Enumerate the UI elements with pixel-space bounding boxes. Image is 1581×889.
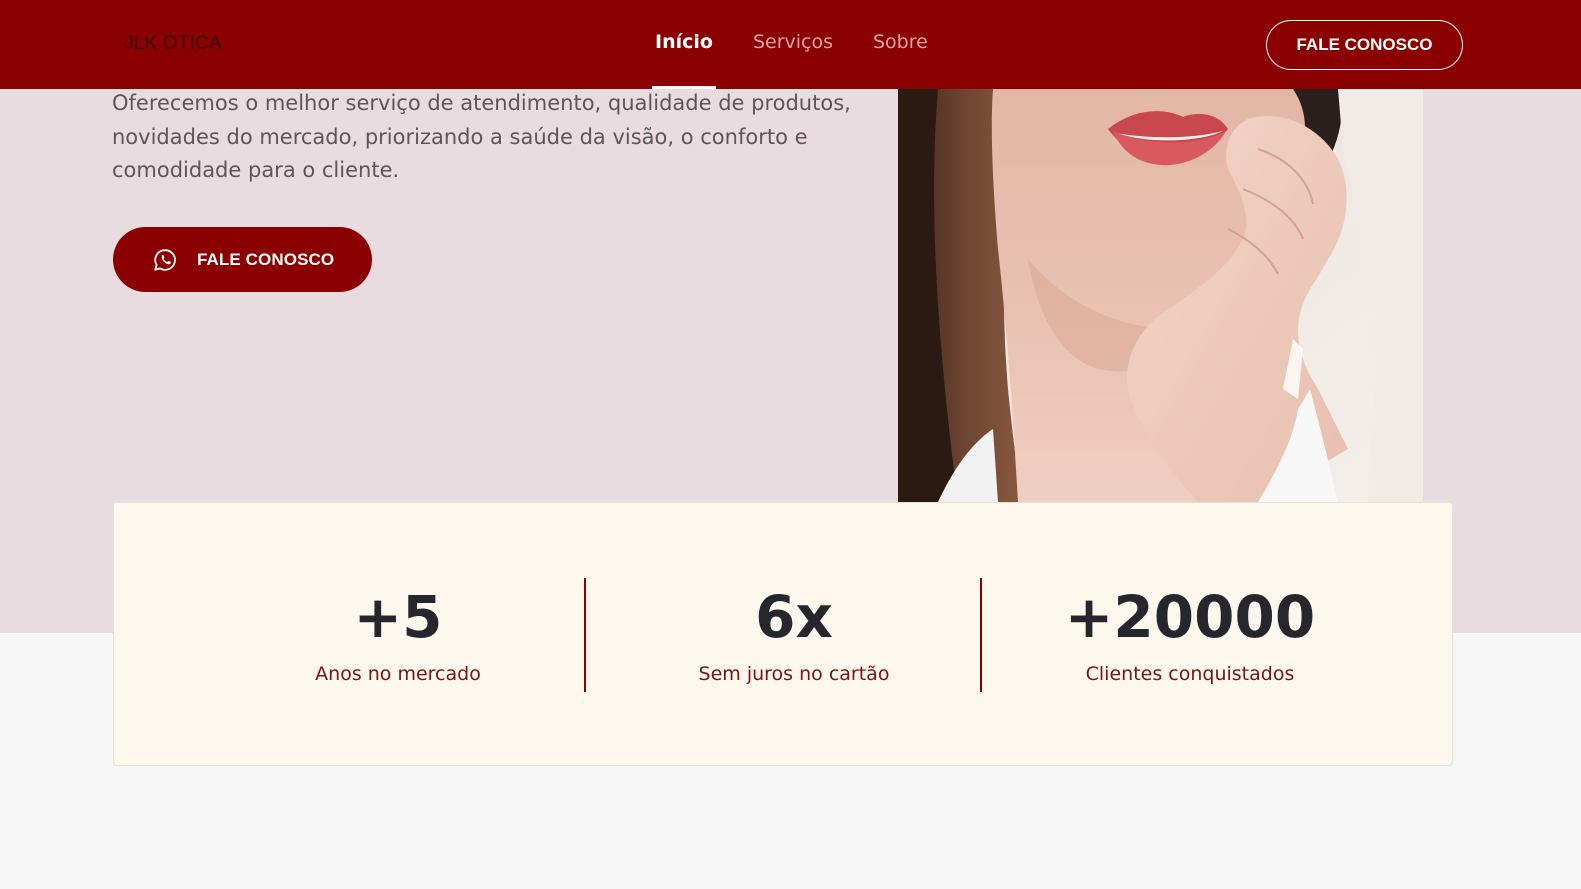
stat-installments: 6x Sem juros no cartão	[596, 503, 992, 767]
stat-label: Sem juros no cartão	[698, 663, 890, 685]
stat-value: 6x	[755, 583, 833, 651]
main-nav: Início Serviços Sobre	[649, 0, 962, 89]
nav-item-inicio[interactable]: Início	[649, 0, 719, 89]
stat-years: +5 Anos no mercado	[200, 503, 596, 767]
stat-divider	[584, 578, 586, 692]
site-header: JLK ÓTICA Início Serviços Sobre FALE CON…	[0, 0, 1581, 89]
nav-item-sobre[interactable]: Sobre	[867, 0, 934, 89]
hero-photo	[898, 89, 1423, 502]
hero-contact-label: FALE CONOSCO	[197, 249, 335, 269]
whatsapp-icon	[153, 248, 177, 272]
stat-clients: +20000 Clientes conquistados	[992, 503, 1388, 767]
stat-divider	[980, 578, 982, 692]
page: JLK ÓTICA Início Serviços Sobre FALE CON…	[0, 0, 1581, 889]
header-contact-button[interactable]: FALE CONOSCO	[1266, 20, 1463, 70]
hero-contact-button[interactable]: FALE CONOSCO	[113, 227, 372, 292]
hero-description: Oferecemos o melhor serviço de atendimen…	[112, 91, 851, 182]
stat-label: Anos no mercado	[315, 663, 481, 685]
stats-card: +5 Anos no mercado 6x Sem juros no cartã…	[113, 502, 1453, 766]
stat-label: Clientes conquistados	[1085, 663, 1295, 685]
nav-item-servicos[interactable]: Serviços	[747, 0, 839, 89]
stat-value: +20000	[1064, 583, 1316, 651]
site-logo[interactable]: JLK ÓTICA	[124, 33, 222, 55]
stat-value: +5	[353, 583, 443, 651]
